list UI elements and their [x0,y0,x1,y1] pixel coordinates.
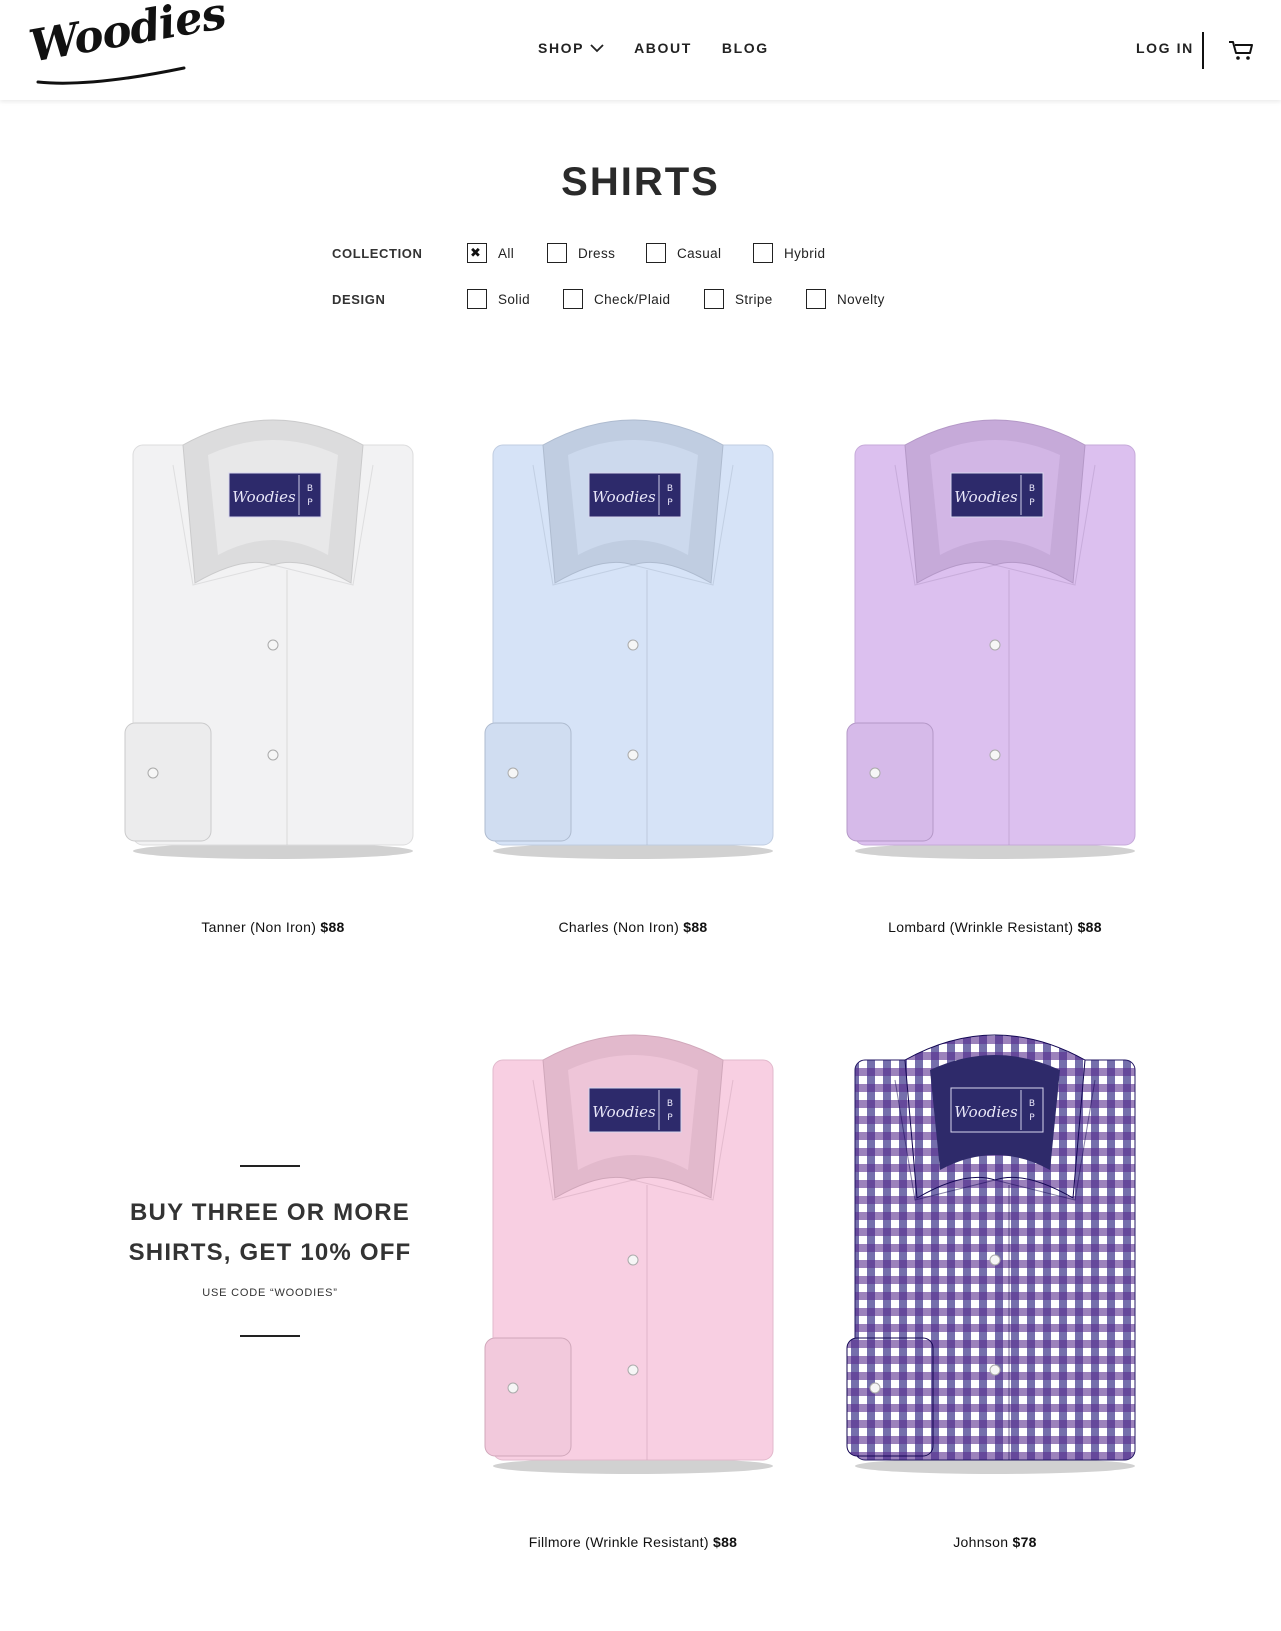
main-nav: SHOP ABOUT BLOG [538,40,799,56]
checkbox[interactable] [704,289,724,309]
product-price: $88 [713,1534,738,1550]
product-price: $88 [1077,919,1102,935]
product-name: Lombard (Wrinkle Resistant) [888,919,1074,935]
svg-text:Woodies: Woodies [954,488,1018,506]
woodies-logo[interactable]: Woodies [26,0,229,86]
product-caption[interactable]: Tanner (Non Iron) $88 [113,919,433,935]
option-label: All [498,245,515,261]
option-label: Dress [578,245,616,261]
product-card-lombard[interactable]: Woodies B P Lombard (Wrinkle Resistant) … [835,405,1155,935]
product-caption[interactable]: Lombard (Wrinkle Resistant) $88 [835,919,1155,935]
design-filter-label: DESIGN [332,292,386,307]
svg-text:B: B [1029,484,1035,494]
option-label: Stripe [735,291,773,307]
svg-text:B: B [667,484,673,494]
logo-swash-icon [36,66,186,85]
checkbox[interactable] [806,289,826,309]
svg-text:B: B [307,484,313,494]
page-title: SHIRTS [561,160,720,204]
svg-text:P: P [307,498,313,508]
product-name: Charles (Non Iron) [558,919,680,935]
checkbox[interactable] [547,243,567,263]
svg-text:Woodies: Woodies [232,488,296,506]
site-header: Woodies SHOP ABOUT BLOG LOG IN [0,0,1281,100]
nav-shop[interactable]: SHOP [538,40,604,56]
option-label: Check/Plaid [594,291,671,307]
shirt-image[interactable]: Woodies B P [473,405,793,875]
shirt-image[interactable]: Woodies B P [835,1020,1155,1490]
filter-design-novelty[interactable]: Novelty [806,289,885,309]
promo-headline-line2: SHIRTS, GET 10% OFF [128,1239,412,1266]
filter-collection-dress[interactable]: Dress [547,243,615,263]
chevron-down-icon [590,44,604,53]
cart-icon[interactable] [1228,39,1254,61]
nav-shop-label: SHOP [538,40,585,56]
svg-text:P: P [667,498,673,508]
product-card-tanner[interactable]: Woodies B P Tanner (Non Iron) $88 [113,405,433,935]
product-price: $78 [1012,1534,1037,1550]
svg-text:P: P [1029,1113,1035,1123]
nav-about-label: ABOUT [634,40,692,56]
product-caption[interactable]: Charles (Non Iron) $88 [473,919,793,935]
filter-design-stripe[interactable]: Stripe [704,289,773,309]
product-price: $88 [320,919,345,935]
nav-about[interactable]: ABOUT [634,40,692,56]
option-label: Casual [677,245,722,261]
header-divider [1202,32,1204,69]
nav-blog-label: BLOG [721,40,769,56]
nav-blog[interactable]: BLOG [722,40,769,56]
product-price: $88 [683,919,708,935]
product-card-fillmore[interactable]: Woodies B P Fillmore (Wrinkle Resistant)… [473,1020,793,1550]
filter-collection-hybrid[interactable]: Hybrid [753,243,825,263]
svg-text:B: B [1029,1099,1035,1109]
option-label: Hybrid [784,245,826,261]
logo-wordmark: Woodies [25,0,230,73]
product-name: Johnson [953,1534,1009,1550]
login-link[interactable]: LOG IN [1136,40,1194,56]
filter-design-solid[interactable]: Solid [467,289,530,309]
product-name: Tanner (Non Iron) [201,919,317,935]
checkbox[interactable] [646,243,666,263]
checkbox[interactable] [563,289,583,309]
svg-text:Woodies: Woodies [592,1103,656,1121]
option-label: Solid [498,291,531,307]
shirt-image[interactable]: Woodies B P [113,405,433,875]
checkbox-checked[interactable] [467,243,487,263]
shirt-image[interactable]: Woodies B P [473,1020,793,1490]
promo-code-text: USE CODE “WOODIES” [202,1287,338,1299]
promo-headline: BUY THREE OR MORE SHIRTS, GET 10% OFF [120,1193,420,1273]
svg-text:Woodies: Woodies [954,1103,1018,1121]
promo-divider-top [240,1165,300,1167]
filter-design-check-plaid[interactable]: Check/Plaid [563,289,670,309]
svg-text:Woodies: Woodies [592,488,656,506]
option-label: Novelty [837,291,885,307]
svg-text:B: B [667,1099,673,1109]
product-caption[interactable]: Johnson $78 [835,1534,1155,1550]
product-card-charles[interactable]: Woodies B P Charles (Non Iron) $88 [473,405,793,935]
product-name: Fillmore (Wrinkle Resistant) [528,1534,709,1550]
shirt-image[interactable]: Woodies B P [835,405,1155,875]
checkbox[interactable] [467,289,487,309]
product-card-johnson[interactable]: Woodies B P Johnson $78 [835,1020,1155,1550]
promo-block: BUY THREE OR MORE SHIRTS, GET 10% OFF US… [120,1165,420,1337]
promo-divider-bottom [240,1335,300,1337]
promo-headline-line1: BUY THREE OR MORE [130,1199,410,1226]
filter-collection-all[interactable]: All [467,243,514,263]
product-caption[interactable]: Fillmore (Wrinkle Resistant) $88 [473,1534,793,1550]
checkbox[interactable] [753,243,773,263]
collection-filter-label: COLLECTION [332,246,423,261]
svg-text:P: P [667,1113,673,1123]
svg-text:P: P [1029,498,1035,508]
filter-collection-casual[interactable]: Casual [646,243,721,263]
